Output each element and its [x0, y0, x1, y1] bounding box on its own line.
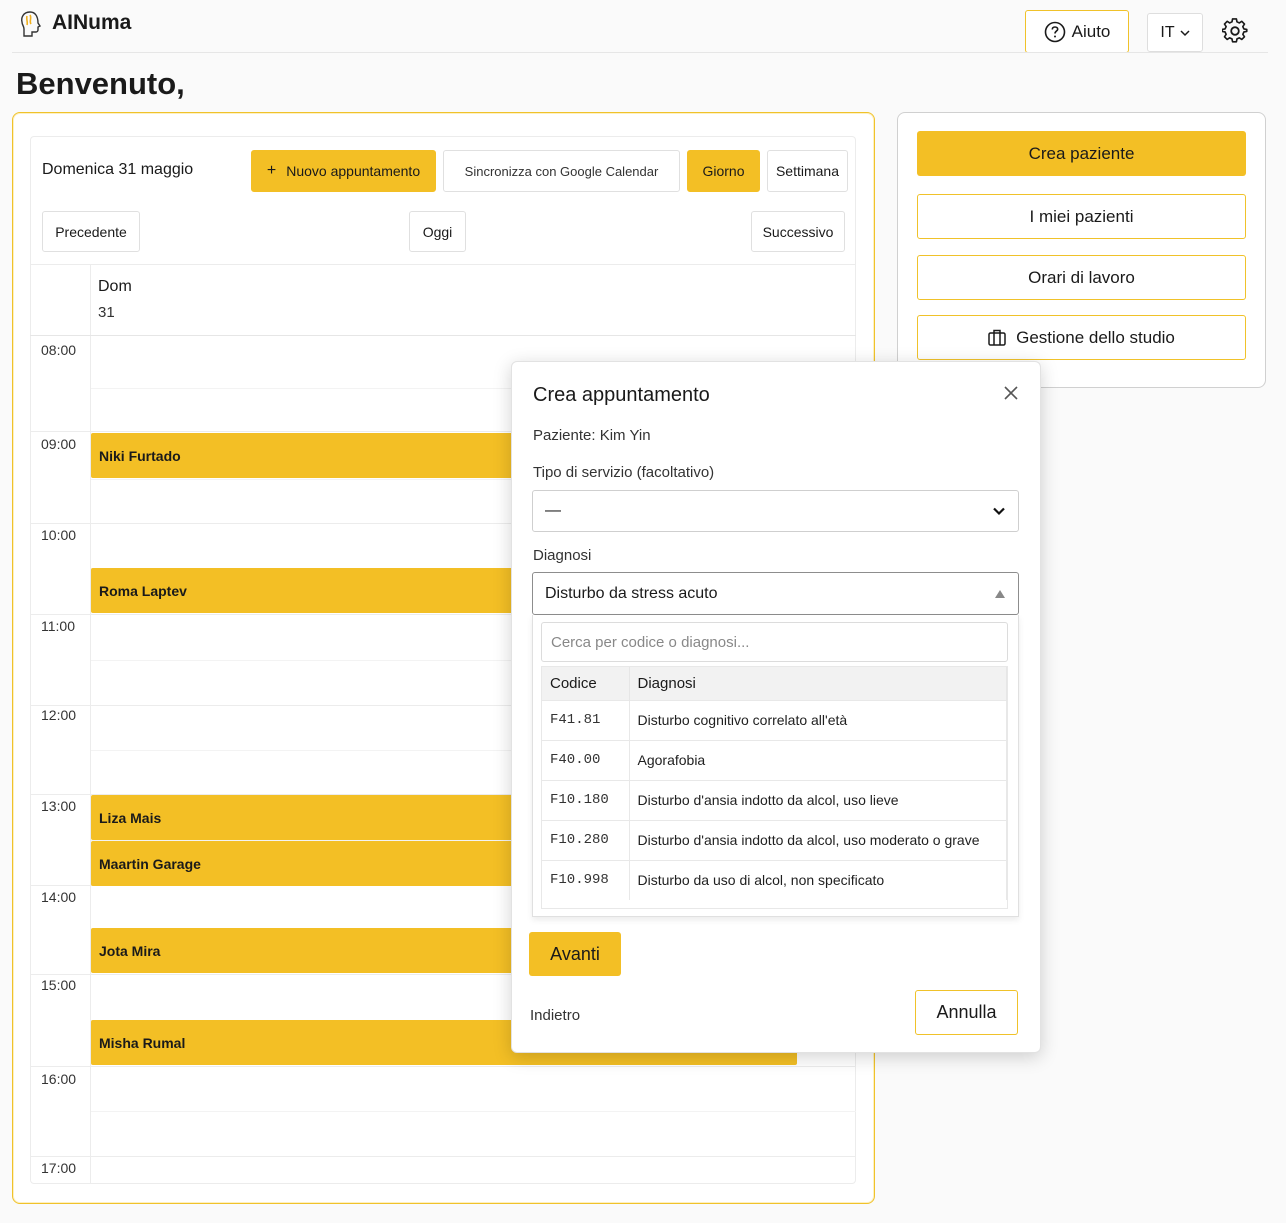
studio-management-button[interactable]: Gestione dello studio [917, 315, 1246, 360]
diagnosis-column-header: Diagnosi [629, 667, 1007, 700]
day-header-number: 31 [98, 304, 115, 321]
chevron-down-icon [993, 507, 1005, 516]
diagnosis-search-input[interactable] [541, 622, 1008, 662]
hour-label: 09:00 [41, 436, 77, 452]
table-row[interactable]: F10.180 Disturbo d'ansia indotto da alco… [542, 779, 1007, 820]
week-view-button[interactable]: Settimana [767, 150, 848, 192]
google-calendar-sync-button[interactable]: Sincronizza con Google Calendar [443, 150, 680, 192]
diagnosis-description: Agorafobia [629, 739, 1007, 780]
app-title: AINuma [52, 11, 132, 34]
diagnosis-description: Disturbo d'ansia indotto da alcol, uso l… [629, 779, 1007, 820]
hour-line [30, 1156, 856, 1157]
diagnosis-label: Diagnosi [533, 547, 592, 564]
header-divider [12, 52, 1268, 53]
today-button[interactable]: Oggi [409, 211, 466, 252]
help-label: Aiuto [1071, 21, 1111, 41]
service-type-label: Tipo di servizio (facoltativo) [533, 464, 715, 481]
hour-label: 17:00 [41, 1160, 77, 1176]
service-type-select[interactable]: — [532, 490, 1019, 532]
hour-label: 08:00 [41, 342, 77, 358]
previous-button[interactable]: Precedente [42, 211, 140, 252]
my-patients-button[interactable]: I miei pazienti [917, 194, 1246, 239]
close-icon[interactable] [1001, 383, 1021, 403]
diagnosis-code: F41.81 [542, 699, 630, 740]
chevron-down-icon [1180, 29, 1190, 36]
patient-name: Paziente: Kim Yin [533, 427, 651, 444]
calendar-date-title: Domenica 31 maggio [42, 161, 194, 178]
create-patient-button[interactable]: Crea paziente [917, 131, 1246, 176]
logo-icon [21, 11, 42, 37]
day-header-name: Dom [98, 278, 132, 295]
help-circle-icon [1044, 21, 1065, 42]
hour-label: 13:00 [41, 798, 77, 814]
hour-line [30, 1066, 856, 1067]
modal-title: Crea appuntamento [533, 384, 710, 406]
hour-label: 12:00 [41, 707, 77, 723]
cancel-button[interactable]: Annulla [915, 990, 1018, 1035]
next-button[interactable]: Successivo [751, 211, 845, 252]
language-label: IT [1160, 23, 1175, 41]
language-select[interactable]: IT [1147, 13, 1203, 52]
diagnosis-code: F40.00 [542, 739, 630, 780]
diagnosis-description: Disturbo cognitivo correlato all'età [629, 699, 1007, 740]
page-title: Benvenuto, [16, 66, 185, 101]
diagnosis-description: Disturbo d'ansia indotto da alcol, uso m… [629, 819, 1007, 860]
diagnosis-code: F10.998 [542, 859, 630, 900]
table-row[interactable]: F10.280 Disturbo d'ansia indotto da alco… [542, 819, 1007, 860]
table-header-row: Codice Diagnosi [542, 667, 1007, 700]
day-view-button[interactable]: Giorno [687, 150, 760, 192]
studio-management-label: Gestione dello studio [1016, 327, 1175, 347]
grid-divider [30, 264, 856, 265]
new-appointment-label: Nuovo appuntamento [286, 163, 421, 179]
half-hour-line [91, 1111, 856, 1112]
service-type-value: — [545, 502, 561, 519]
table-row[interactable]: F41.81 Disturbo cognitivo correlato all'… [542, 699, 1007, 740]
gear-icon[interactable] [1222, 18, 1248, 44]
diagnosis-value: Disturbo da stress acuto [545, 584, 718, 602]
next-step-button[interactable]: Avanti [529, 932, 621, 976]
table-row[interactable]: F40.00 Agorafobia [542, 739, 1007, 780]
briefcase-icon [988, 329, 1006, 346]
plus-icon: + [266, 162, 277, 179]
back-link[interactable]: Indietro [530, 1007, 580, 1024]
hour-label: 15:00 [41, 977, 77, 993]
table-row[interactable]: F10.998 Disturbo da uso di alcol, non sp… [542, 859, 1007, 900]
work-hours-button[interactable]: Orari di lavoro [917, 255, 1246, 300]
grid-divider [30, 335, 856, 336]
hour-label: 10:00 [41, 527, 77, 543]
hour-label: 16:00 [41, 1071, 77, 1087]
diagnosis-code: F10.280 [542, 819, 630, 860]
diagnosis-code: F10.180 [542, 779, 630, 820]
code-column-header: Codice [542, 667, 630, 700]
help-button[interactable]: Aiuto [1025, 10, 1129, 53]
caret-up-icon [995, 589, 1005, 598]
hour-label: 14:00 [41, 889, 77, 905]
diagnosis-table: Codice Diagnosi F41.81 Disturbo cognitiv… [541, 666, 1008, 909]
new-appointment-button[interactable]: + Nuovo appuntamento [251, 150, 436, 192]
diagnosis-description: Disturbo da uso di alcol, non specificat… [629, 859, 1007, 900]
hour-label: 11:00 [41, 618, 75, 634]
diagnosis-select[interactable]: Disturbo da stress acuto [532, 572, 1019, 615]
